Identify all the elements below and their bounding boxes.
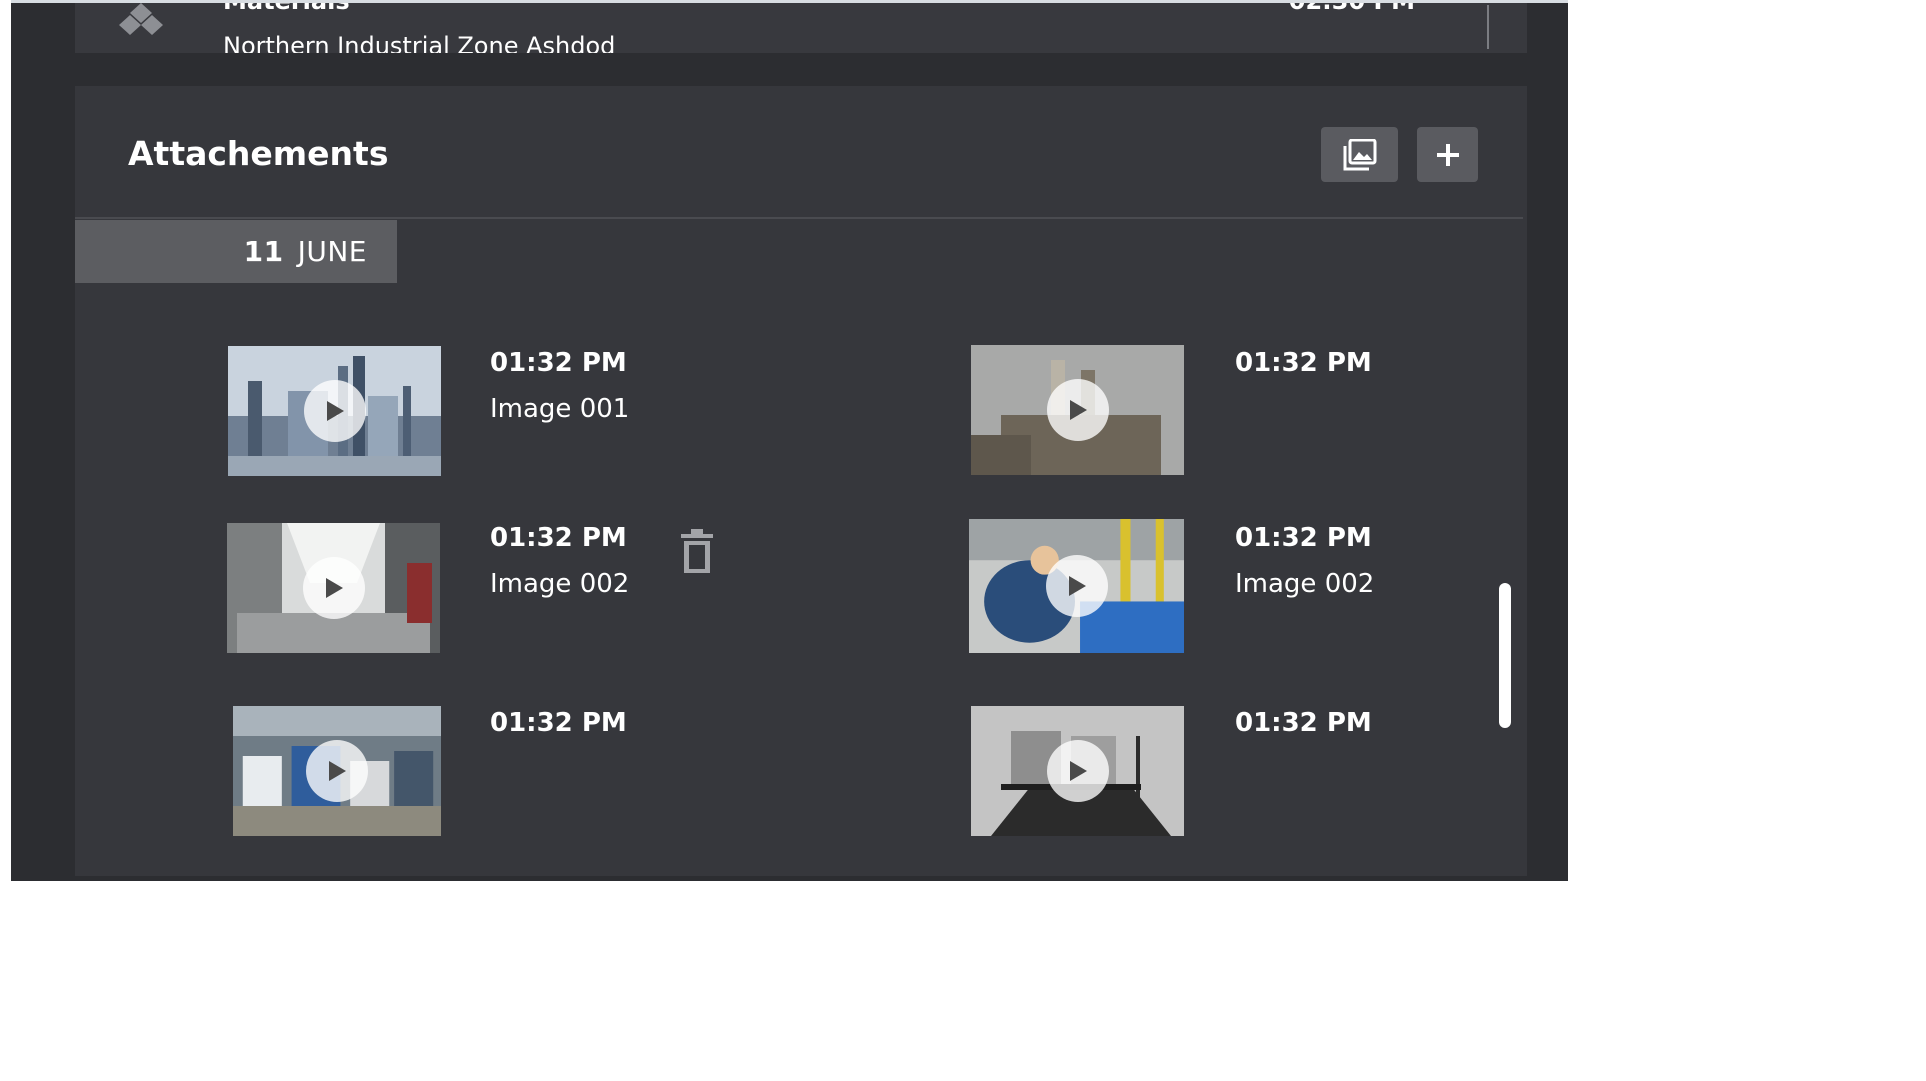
attachment-thumbnail[interactable] (969, 519, 1184, 653)
card-divider (1487, 5, 1489, 49)
attachment-time: 01:32 PM (490, 708, 627, 738)
attachment-time: 01:32 PM (490, 523, 627, 553)
play-icon (1046, 379, 1109, 441)
material-address: Northern Industrial Zone Ashdod (223, 32, 616, 53)
material-card[interactable]: Materials Northern Industrial Zone Ashdo… (75, 1, 1527, 53)
attachment-thumbnail[interactable] (228, 346, 441, 476)
material-time: 02:30 PM (1288, 1, 1415, 15)
play-icon (303, 380, 366, 442)
attachment-time: 01:32 PM (1235, 348, 1372, 378)
attachment-thumbnail[interactable] (971, 706, 1184, 836)
image-gallery-icon (1343, 138, 1376, 170)
diamond-logo-icon (119, 3, 163, 35)
attachment-name: Image 001 (490, 394, 630, 424)
attachments-title: Attachements (128, 134, 389, 173)
gallery-button[interactable] (1321, 127, 1398, 182)
date-group-label: 11 JUNE (75, 220, 397, 283)
attachments-panel: Attachements 11 JUNE 01:32 PM Image 001 … (75, 86, 1527, 876)
play-icon (1046, 740, 1109, 802)
attachment-name: Image 002 (490, 569, 630, 599)
attachment-thumbnail[interactable] (233, 706, 441, 836)
play-icon (302, 557, 365, 619)
attachment-time: 01:32 PM (490, 348, 627, 378)
attachment-name: Image 002 (1235, 569, 1375, 599)
header-divider (75, 217, 1523, 219)
add-attachment-button[interactable] (1417, 127, 1478, 182)
attachment-thumbnail[interactable] (227, 523, 440, 653)
plus-icon (1436, 143, 1459, 166)
material-title: Materials (223, 1, 350, 15)
attachment-thumbnail[interactable] (971, 345, 1184, 475)
app-window: Materials Northern Industrial Zone Ashdo… (11, 0, 1568, 881)
attachments-header: Attachements (75, 86, 1527, 219)
play-icon (306, 740, 368, 802)
attachment-time: 01:32 PM (1235, 708, 1372, 738)
date-day: 11 (243, 235, 284, 268)
attachment-time: 01:32 PM (1235, 523, 1372, 553)
scrollbar-thumb[interactable] (1499, 583, 1511, 728)
date-month: JUNE (297, 235, 367, 268)
play-icon (1045, 555, 1108, 617)
delete-icon[interactable] (679, 529, 715, 575)
